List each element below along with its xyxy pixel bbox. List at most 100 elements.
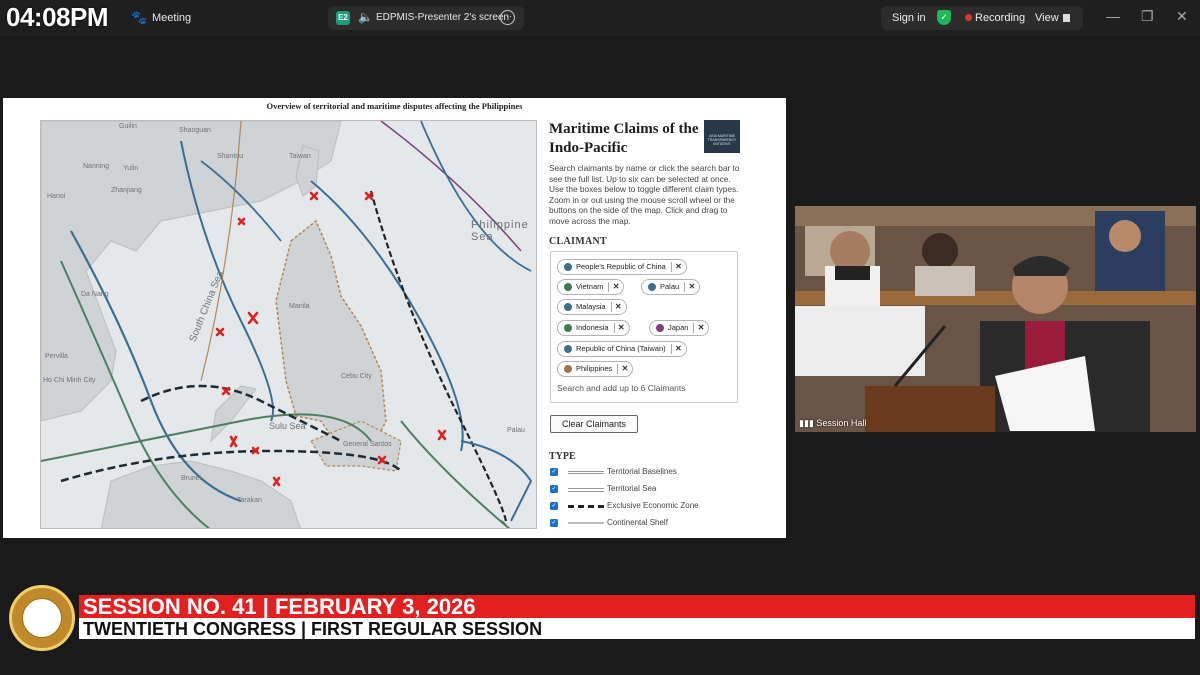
video-frame (795, 206, 1196, 432)
claimant-color-dot (564, 283, 572, 291)
map-label-pervilla: Pervilla (45, 353, 68, 360)
subline-bar: TWENTIETH CONGRESS | FIRST REGULAR SESSI… (79, 618, 1195, 639)
claimant-chip[interactable]: Vietnam ✕ (557, 279, 625, 295)
amti-logo: ASIA MARITIME TRANSPARENCY INITIATIVE (704, 120, 740, 153)
meeting-top-bar: 04:08PM 🐾 Meeting E2 🔈 EDPMIS-Presenter … (0, 0, 1200, 36)
map-label-sulu-sea: Sulu Sea (269, 421, 306, 431)
map-label-manila: Manila (289, 303, 310, 310)
map-label-tarakan: Tarakan (237, 497, 262, 504)
clock-overlay: 04:08PM (6, 2, 109, 32)
claimant-selector[interactable]: People's Republic of China ✕ Vietnam ✕ Pal… (550, 251, 738, 403)
claimant-name: Palau (660, 282, 680, 291)
view-button[interactable]: View (1035, 12, 1059, 24)
claimant-search-input[interactable]: Search and add up to 6 Claimants (557, 383, 686, 393)
claimant-color-dot (564, 365, 572, 373)
remove-icon[interactable]: ✕ (675, 260, 682, 274)
claimant-color-dot (648, 283, 656, 291)
video-label: ▮▮▮ Session Hall (799, 418, 867, 428)
headline-bar: SESSION NO. 41 | FEBRUARY 3, 2026 (79, 594, 1195, 619)
session-subline: TWENTIETH CONGRESS | FIRST REGULAR SESSI… (83, 619, 543, 639)
map-label-general-santos: General Santos (343, 441, 392, 448)
map-label-palau: Palau (507, 427, 525, 434)
slide-title: Overview of territorial and maritime dis… (266, 101, 523, 111)
recording-indicator[interactable]: Recording (975, 12, 1025, 24)
panel-description: Search claimants by name or click the se… (549, 163, 740, 226)
presenter-badge: E2 (336, 11, 350, 25)
speaker-icon[interactable]: 🔈 (358, 10, 373, 24)
claimant-name: Vietnam (576, 282, 604, 291)
legend-line-icon (568, 488, 604, 492)
close-icon[interactable]: ✕ (1176, 8, 1188, 25)
claimant-name: Indonesia (576, 323, 609, 332)
map-label-hanoi: Hanoi (47, 193, 66, 200)
claimant-name: Philippines (576, 364, 613, 373)
legend-line-icon (568, 505, 604, 508)
remove-icon[interactable]: ✕ (613, 280, 620, 294)
claimant-heading: CLAIMANT (549, 236, 607, 247)
remove-icon[interactable]: ✕ (615, 300, 622, 314)
claimant-name: Malaysia (576, 302, 606, 311)
claimant-chip[interactable]: Philippines ✕ (557, 361, 634, 377)
checkbox-icon[interactable]: ✓ (550, 485, 558, 493)
map-label-shantou: Shantou (217, 153, 244, 160)
type-heading: TYPE (549, 451, 576, 462)
remove-icon[interactable]: ✕ (698, 321, 705, 335)
restore-icon[interactable]: ❐ (1141, 8, 1154, 25)
map-label-zhanjiang: Zhanjiang (111, 187, 142, 194)
view-layout-icon[interactable] (1063, 14, 1070, 22)
sign-in-button[interactable]: Sign in (892, 12, 926, 24)
map-label-shaoguan: Shaoguan (179, 127, 211, 134)
recording-dot-icon (965, 14, 972, 21)
remove-icon[interactable]: ✕ (688, 280, 695, 294)
map-graphic (41, 121, 536, 528)
seal-emblem (22, 598, 62, 638)
claimant-chip[interactable]: Japan ✕ (649, 320, 710, 336)
remove-icon[interactable]: ✕ (675, 342, 682, 356)
session-hall-video[interactable]: ▮▮▮ Session Hall (795, 206, 1196, 432)
minimize-icon[interactable]: — (1106, 8, 1120, 24)
senate-seal-icon (9, 585, 75, 651)
remove-icon[interactable]: ✕ (618, 321, 625, 335)
claimant-chip[interactable]: Republic of China (Taiwan) ✕ (557, 341, 687, 357)
claimant-name: Japan (668, 323, 689, 332)
map-label-ho-chi-minh: Ho Chi Minh City (43, 377, 96, 384)
panel-title: Maritime Claims of the Indo-Pacific (549, 121, 699, 156)
type-label: Exclusive Economic Zone (607, 501, 699, 510)
map-label-cebu: Cebu City (341, 373, 372, 380)
claimant-chip[interactable]: Malaysia ✕ (557, 299, 627, 315)
claimant-chip[interactable]: Indonesia ✕ (557, 320, 630, 336)
map-label-taiwan: Taiwan (289, 153, 311, 160)
meeting-controls: Sign in ✓ Recording View (881, 6, 1083, 30)
paw-icon: 🐾 (131, 10, 148, 25)
shared-screen-label: EDPMIS-Presenter 2's screen (376, 12, 510, 23)
meeting-title: Meeting (152, 12, 192, 24)
claimant-color-dot (656, 324, 664, 332)
claims-panel: Maritime Claims of the Indo-Pacific ASIA… (539, 120, 753, 529)
remove-icon[interactable]: ✕ (622, 362, 629, 376)
shield-check-icon[interactable]: ✓ (937, 10, 951, 25)
map-label-guilin: Guilin (119, 123, 137, 130)
type-label: Territorial Sea (607, 484, 657, 493)
claimant-color-dot (564, 303, 572, 311)
clear-claimants-button[interactable]: Clear Claimants (550, 415, 638, 433)
type-label: Territorial Baselines (607, 467, 677, 476)
claimant-color-dot (564, 263, 572, 271)
broadcast-lower-third: SESSION NO. 41 | FEBRUARY 3, 2026 TWENTI… (0, 585, 1200, 651)
type-label: Continental Shelf (607, 518, 668, 527)
claimant-chip[interactable]: People's Republic of China ✕ (557, 259, 687, 275)
maritime-map[interactable]: Guilin Shaoguan Shantou Taiwan Nanning Y… (40, 120, 537, 529)
shared-slide: Overview of territorial and maritime dis… (3, 98, 786, 538)
more-options-icon[interactable]: ··· (500, 10, 515, 25)
shared-screen-indicator[interactable]: E2 🔈 EDPMIS-Presenter 2's screen ··· (328, 6, 524, 30)
checkbox-icon[interactable]: ✓ (550, 519, 558, 527)
claimant-name: Republic of China (Taiwan) (576, 344, 666, 353)
claimant-chip[interactable]: Palau ✕ (641, 279, 701, 295)
checkbox-icon[interactable]: ✓ (550, 468, 558, 476)
map-label-da-nang: Da Nang (81, 291, 109, 298)
claimant-color-dot (564, 324, 572, 332)
checkbox-icon[interactable]: ✓ (550, 502, 558, 510)
session-headline: SESSION NO. 41 | FEBRUARY 3, 2026 (83, 594, 476, 619)
map-label-yulin: Yulin (123, 165, 139, 172)
claimant-name: People's Republic of China (576, 262, 666, 271)
map-label-brunei: Brunei (181, 475, 202, 482)
